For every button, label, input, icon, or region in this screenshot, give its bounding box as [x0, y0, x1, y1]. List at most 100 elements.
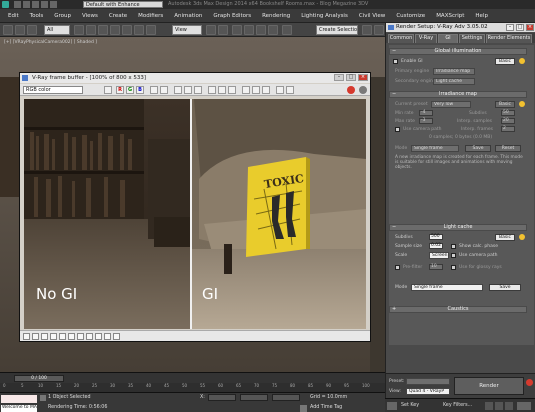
spinner-snap-icon[interactable] — [268, 25, 278, 35]
colorize-icon[interactable] — [104, 86, 112, 94]
menu-maxscript[interactable]: MAXScript — [436, 13, 464, 19]
app-logo-icon[interactable] — [2, 1, 9, 8]
menu-tools[interactable]: Tools — [30, 13, 44, 19]
unlink-icon[interactable] — [27, 25, 37, 35]
menu-lighting-analysis[interactable]: Lighting Analysis — [301, 13, 348, 19]
load-image-icon[interactable] — [184, 86, 192, 94]
menu-views[interactable]: Views — [82, 13, 98, 19]
stop-render-icon[interactable] — [347, 86, 355, 94]
new-file-icon[interactable] — [14, 1, 21, 8]
preset-dropdown[interactable] — [406, 378, 450, 385]
lc-mode-dropdown[interactable]: Single frame — [411, 284, 483, 291]
close-icon[interactable]: × — [358, 74, 368, 81]
menu-civil-view[interactable]: Civil View — [359, 13, 385, 19]
rs-maximize-icon[interactable]: □ — [516, 24, 524, 31]
status-icon-11[interactable] — [113, 333, 120, 340]
interp-samples-spinner[interactable]: 20 — [501, 118, 515, 124]
select-move-icon[interactable] — [122, 25, 132, 35]
menu-group[interactable]: Group — [54, 13, 71, 19]
light-cache-section-header[interactable]: − Light cache — [389, 224, 527, 231]
window-crossing-icon[interactable] — [110, 25, 120, 35]
select-manipulate-icon[interactable] — [218, 25, 228, 35]
time-slider[interactable]: 0 / 100 — [14, 375, 64, 382]
prefilter-spinner[interactable]: 10 — [429, 264, 443, 270]
undo-icon[interactable] — [41, 1, 48, 8]
maximize-icon[interactable]: □ — [346, 74, 356, 81]
link-icon[interactable] — [15, 25, 25, 35]
menu-customize[interactable]: Customize — [396, 13, 425, 19]
select-scale-icon[interactable] — [146, 25, 156, 35]
x-coordinate-field[interactable] — [208, 394, 236, 401]
minimize-icon[interactable]: – — [334, 74, 344, 81]
set-key-button[interactable]: Set Key — [401, 403, 419, 408]
current-preset-dropdown[interactable]: Very low — [431, 101, 471, 108]
status-icon-5[interactable] — [59, 333, 66, 340]
y-coordinate-field[interactable] — [240, 394, 268, 401]
edit-named-selection-icon[interactable] — [282, 25, 292, 35]
pivot-center-icon[interactable] — [206, 25, 216, 35]
show-calc-checkbox[interactable] — [451, 244, 456, 249]
menu-edit[interactable]: Edit — [8, 13, 19, 19]
scale-dropdown[interactable]: Screen — [429, 252, 449, 259]
rs-minimize-icon[interactable]: – — [506, 24, 514, 31]
irradiance-save-button[interactable]: Save — [465, 145, 491, 152]
prefilter-checkbox[interactable] — [395, 265, 400, 270]
maxscript-input[interactable]: Welcome to MAXScri — [1, 405, 37, 412]
redo-icon[interactable] — [50, 1, 57, 8]
play-icon[interactable] — [495, 402, 503, 410]
tab-render-elements[interactable]: Render Elements — [486, 34, 532, 43]
menu-rendering[interactable]: Rendering — [262, 13, 290, 19]
named-selection-dropdown[interactable]: Create Selection Se — [316, 25, 358, 35]
menu-modifiers[interactable]: Modifiers — [138, 13, 163, 19]
save-image-icon[interactable] — [174, 86, 182, 94]
select-rotate-icon[interactable] — [134, 25, 144, 35]
pixel-info-icon[interactable] — [286, 86, 294, 94]
menu-graph-editors[interactable]: Graph Editors — [213, 13, 251, 19]
link-to-viewport-icon[interactable] — [242, 86, 250, 94]
channel-dropdown[interactable]: RGB color — [23, 86, 83, 94]
lc-basic-button[interactable]: Basic — [495, 234, 515, 241]
sample-size-spinner[interactable]: 0.02 — [429, 243, 443, 249]
maxscript-listener[interactable] — [1, 395, 37, 403]
tab-gi[interactable]: GI — [438, 34, 458, 43]
track-mouse-icon[interactable] — [218, 86, 226, 94]
gi-basic-button[interactable]: Basic — [495, 58, 515, 65]
irradiance-basic-button[interactable]: Basic — [495, 101, 515, 108]
tab-common[interactable]: Common — [388, 34, 414, 43]
select-object-icon[interactable] — [74, 25, 84, 35]
primary-engine-dropdown[interactable]: Irradiance map — [433, 68, 475, 75]
z-coordinate-field[interactable] — [272, 394, 300, 401]
lc-help-icon[interactable] — [519, 234, 525, 240]
open-file-icon[interactable] — [23, 1, 30, 8]
history-icon[interactable] — [276, 86, 284, 94]
percent-snap-icon[interactable] — [256, 25, 266, 35]
alpha-icon[interactable] — [150, 86, 158, 94]
selection-lock-icon[interactable] — [40, 395, 46, 401]
view-dropdown[interactable]: Quad 4 - VRayP — [406, 388, 450, 395]
menu-help[interactable]: Help — [475, 13, 488, 19]
irradiance-mode-dropdown[interactable]: Single frame — [411, 145, 459, 152]
tab-settings[interactable]: Settings — [459, 34, 485, 43]
status-icon-1[interactable] — [23, 333, 30, 340]
status-icon-8[interactable] — [86, 333, 93, 340]
subdivs-spinner[interactable]: 50 — [501, 110, 515, 116]
status-icon-4[interactable] — [50, 333, 57, 340]
compare-icon[interactable] — [262, 86, 270, 94]
lc-use-camera-checkbox[interactable] — [451, 253, 456, 258]
render-teapot-icon[interactable] — [359, 86, 367, 94]
monochrome-icon[interactable] — [160, 86, 168, 94]
status-icon-7[interactable] — [77, 333, 84, 340]
select-by-name-icon[interactable] — [86, 25, 96, 35]
menu-animation[interactable]: Animation — [174, 13, 202, 19]
irradiance-help-icon[interactable] — [519, 101, 525, 107]
current-frame-field[interactable] — [517, 402, 531, 410]
gi-help-icon[interactable] — [519, 58, 525, 64]
workspace-dropdown[interactable]: Default with Enhance — [83, 1, 163, 8]
status-icon-3[interactable] — [41, 333, 48, 340]
irradiance-section-header[interactable]: − Irradiance map — [389, 91, 527, 98]
caustics-section-header[interactable]: + Caustics — [389, 306, 527, 313]
save-file-icon[interactable] — [32, 1, 39, 8]
go-to-start-icon[interactable] — [485, 402, 493, 410]
gi-section-header[interactable]: − Global illumination — [389, 48, 527, 55]
go-to-end-icon[interactable] — [505, 402, 513, 410]
